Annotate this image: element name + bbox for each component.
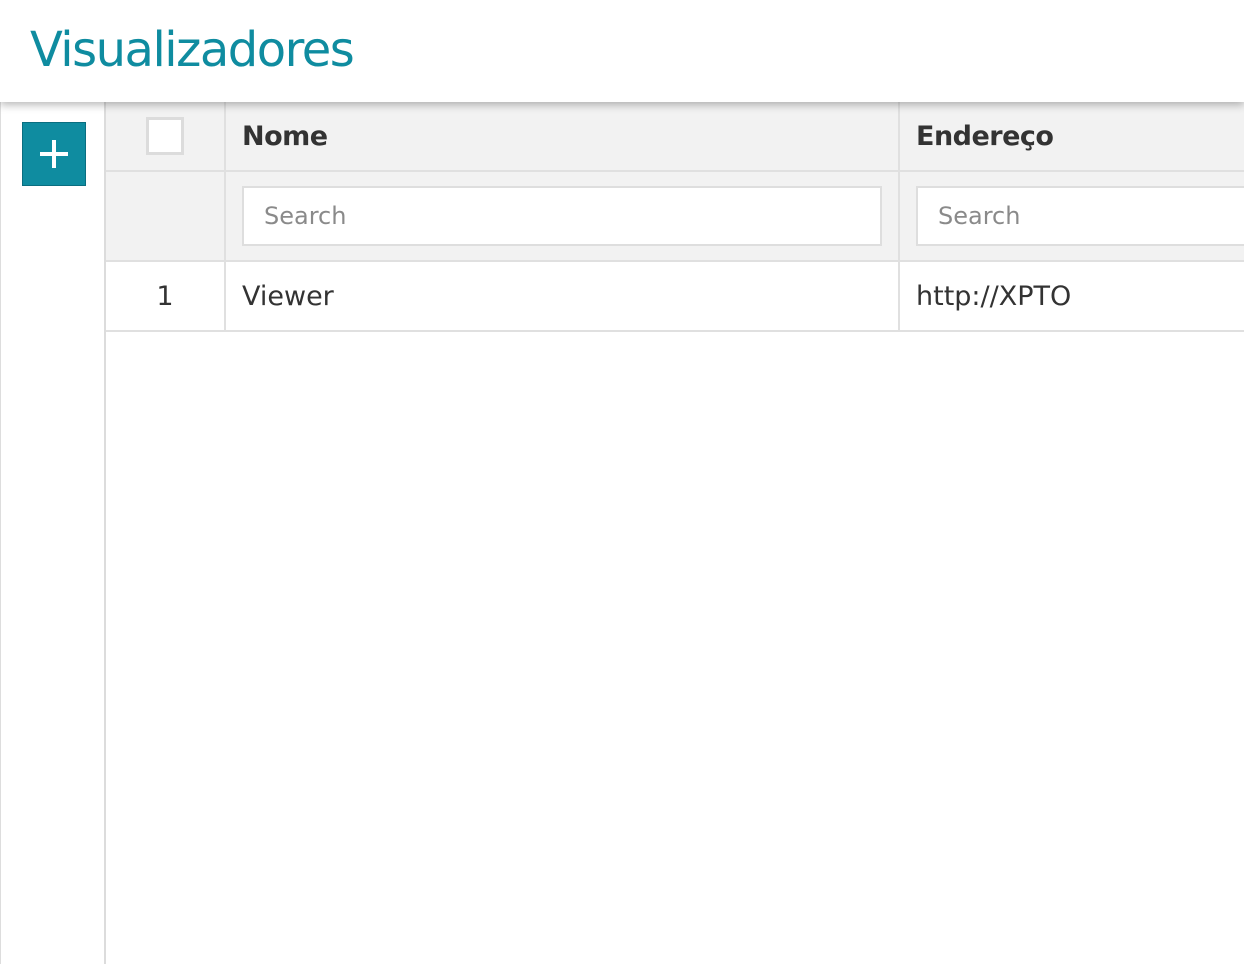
row-index: 1: [156, 280, 174, 312]
column-header-label: Endereço: [916, 120, 1054, 152]
name-filter-cell: [226, 172, 900, 260]
row-address-cell[interactable]: http://XPTO: [900, 262, 1244, 330]
row-name-cell[interactable]: Viewer: [226, 262, 900, 330]
filter-spacer-cell: [106, 172, 226, 260]
name-search-input[interactable]: [242, 186, 882, 246]
column-header-endereco[interactable]: Endereço: [900, 102, 1244, 170]
row-name: Viewer: [242, 280, 334, 312]
plus-icon: [40, 140, 68, 168]
content-area: Nome Endereço 1 Viewer http://XPTO: [0, 102, 1244, 964]
row-index-cell: 1: [106, 262, 226, 330]
address-filter-cell: [900, 172, 1244, 260]
add-button[interactable]: [22, 122, 86, 186]
data-grid: Nome Endereço 1 Viewer http://XPTO: [104, 102, 1244, 964]
filter-row: [106, 172, 1244, 262]
table-row[interactable]: 1 Viewer http://XPTO: [106, 262, 1244, 332]
select-all-cell: [106, 102, 226, 170]
table-header-row: Nome Endereço: [106, 102, 1244, 172]
column-header-label: Nome: [242, 120, 328, 152]
address-search-input[interactable]: [916, 186, 1244, 246]
page-header: Visualizadores: [0, 0, 1244, 102]
column-header-nome[interactable]: Nome: [226, 102, 900, 170]
row-address: http://XPTO: [916, 280, 1072, 312]
page-title: Visualizadores: [30, 22, 355, 78]
select-all-checkbox[interactable]: [146, 117, 184, 155]
left-divider: [0, 102, 1, 964]
